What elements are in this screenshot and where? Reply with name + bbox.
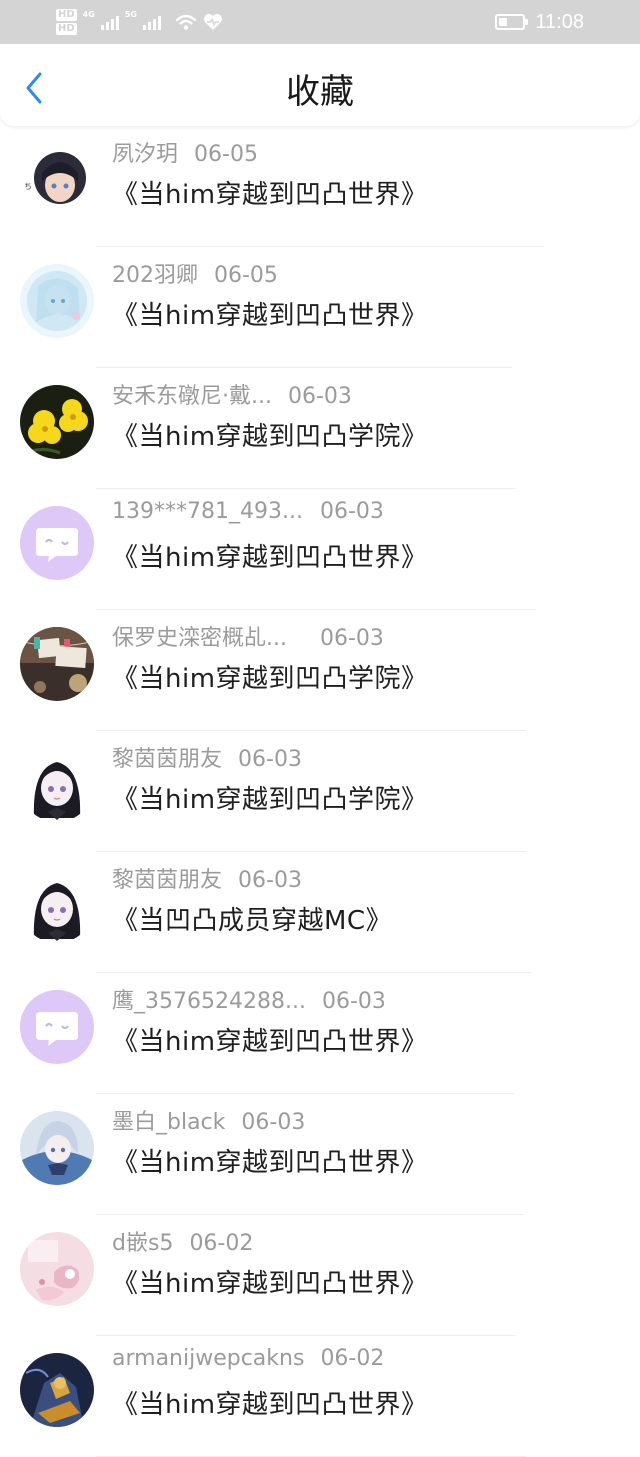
item-meta: armanijwepcakns 06-02 <box>112 1346 384 1371</box>
item-meta: 鹰_3576524288... 06-03 <box>112 983 386 1015</box>
status-bar: HD HD 4G 5G 11:08 <box>0 0 640 44</box>
avatar[interactable] <box>20 506 94 580</box>
item-meta: 墨白_black 06-03 <box>112 1104 305 1136</box>
item-meta: 202羽卿 06-05 <box>112 257 278 289</box>
list-item[interactable]: 黎茵茵朋友 06-03 《当凹凸成员穿越MC》 <box>0 852 640 973</box>
list-item[interactable]: 202羽卿 06-05 《当him穿越到凹凸世界》 <box>0 247 640 368</box>
avatar[interactable] <box>20 990 94 1064</box>
book-title[interactable]: 《当him穿越到凹凸世界》 <box>112 537 428 574</box>
list-item[interactable]: 墨白_black 06-03 《当him穿越到凹凸世界》 <box>0 1094 640 1215</box>
date: 06-03 <box>238 747 302 772</box>
username[interactable]: 黎茵茵朋友 <box>112 747 222 772</box>
username[interactable]: 安禾东礅尼·戴... <box>112 384 272 409</box>
signal-icon <box>100 14 119 30</box>
book-title[interactable]: 《当him穿越到凹凸世界》 <box>112 1384 428 1421</box>
date: 06-03 <box>241 1110 306 1135</box>
battery-icon <box>495 14 529 30</box>
avatar[interactable]: ち <box>20 143 94 217</box>
book-title[interactable]: 《当him穿越到凹凸世界》 <box>112 1263 428 1300</box>
book-title[interactable]: 《当him穿越到凹凸世界》 <box>112 295 428 332</box>
item-meta: 夙汐玥 06-05 <box>112 136 258 168</box>
username[interactable]: 139***781_493... <box>112 499 303 524</box>
list-item[interactable]: 鹰_3576524288... 06-03 《当him穿越到凹凸世界》 <box>0 973 640 1094</box>
list-item[interactable]: 黎茵茵朋友 06-03 《当him穿越到凹凸学院》 <box>0 731 640 852</box>
avatar[interactable] <box>20 1232 94 1306</box>
svg-text:ち: ち <box>24 182 32 191</box>
username[interactable]: 202羽卿 <box>112 263 198 288</box>
heart-icon <box>203 14 222 30</box>
username[interactable]: 夙汐玥 <box>112 142 178 167</box>
hd-badge-bottom: HD <box>56 23 77 35</box>
date: 06-03 <box>287 384 352 409</box>
back-button[interactable] <box>16 68 52 108</box>
chevron-left-icon <box>26 72 42 104</box>
date: 06-03 <box>238 868 302 893</box>
book-title[interactable]: 《当凹凸成员穿越MC》 <box>112 900 392 937</box>
username[interactable]: armanijwepcakns <box>112 1346 304 1371</box>
book-title[interactable]: 《当him穿越到凹凸学院》 <box>112 779 428 816</box>
username[interactable]: d嵌s5 <box>112 1231 173 1256</box>
nav-header <box>0 44 640 126</box>
network-label-2: 5G <box>124 9 137 19</box>
date: 06-03 <box>320 626 384 651</box>
date: 06-05 <box>214 263 278 288</box>
book-title[interactable]: 《当him穿越到凹凸世界》 <box>112 1142 428 1179</box>
avatar[interactable] <box>20 1111 94 1185</box>
clock: 11:08 <box>535 10 584 33</box>
item-meta: 保罗史滦密概乩... 06-03 <box>112 620 384 652</box>
list-item[interactable]: 保罗史滦密概乩... 06-03 《当him穿越到凹凸学院》 <box>0 610 640 731</box>
username[interactable]: 墨白_black <box>112 1110 225 1135</box>
list-item[interactable]: d嵌s5 06-02 《当him穿越到凹凸世界》 <box>0 1215 640 1336</box>
username[interactable]: 保罗史滦密概乩... <box>112 626 287 651</box>
item-meta: 139***781_493... 06-03 <box>112 499 384 524</box>
status-right: 11:08 <box>495 0 584 44</box>
list-item[interactable]: ち 夙汐玥 06-05 《当him穿越到凹凸世界》 <box>0 126 640 247</box>
signal-icon-2 <box>142 14 161 30</box>
list-item[interactable]: 安禾东礅尼·戴... 06-03 《当him穿越到凹凸学院》 <box>0 368 640 489</box>
avatar[interactable] <box>20 1353 94 1427</box>
date: 06-02 <box>189 1231 254 1256</box>
item-meta: 安禾东礅尼·戴... 06-03 <box>112 378 352 410</box>
status-left: HD HD 4G 5G <box>56 4 223 40</box>
avatar[interactable] <box>20 869 94 943</box>
item-meta: d嵌s5 06-02 <box>112 1225 253 1257</box>
favorites-list: ち 夙汐玥 06-05 《当him穿越到凹凸世界》 202羽卿 06-05 《当him穿越到… <box>0 126 640 1457</box>
date: 06-05 <box>194 142 258 167</box>
wifi-icon <box>175 14 197 30</box>
item-meta: 黎茵茵朋友 06-03 <box>112 862 302 894</box>
username[interactable]: 鹰_3576524288... <box>112 989 306 1014</box>
avatar[interactable] <box>20 627 94 701</box>
book-title[interactable]: 《当him穿越到凹凸学院》 <box>112 658 428 695</box>
avatar[interactable] <box>20 264 94 338</box>
username[interactable]: 黎茵茵朋友 <box>112 868 222 893</box>
list-item[interactable]: 139***781_493... 06-03 《当him穿越到凹凸世界》 <box>0 489 640 610</box>
date: 06-03 <box>321 989 386 1014</box>
date: 06-03 <box>320 499 384 524</box>
list-item[interactable]: armanijwepcakns 06-02 《当him穿越到凹凸世界》 <box>0 1336 640 1457</box>
battery-fill <box>499 18 508 26</box>
network-label-1: 4G <box>82 9 95 19</box>
book-title[interactable]: 《当him穿越到凹凸学院》 <box>112 416 428 453</box>
book-title[interactable]: 《当him穿越到凹凸世界》 <box>112 1021 428 1058</box>
hd-icon: HD HD <box>56 9 77 35</box>
date: 06-02 <box>320 1346 385 1371</box>
avatar[interactable] <box>20 385 94 459</box>
book-title[interactable]: 《当him穿越到凹凸世界》 <box>112 174 428 211</box>
avatar[interactable] <box>20 748 94 822</box>
item-meta: 黎茵茵朋友 06-03 <box>112 741 302 773</box>
hd-badge-top: HD <box>56 9 77 21</box>
